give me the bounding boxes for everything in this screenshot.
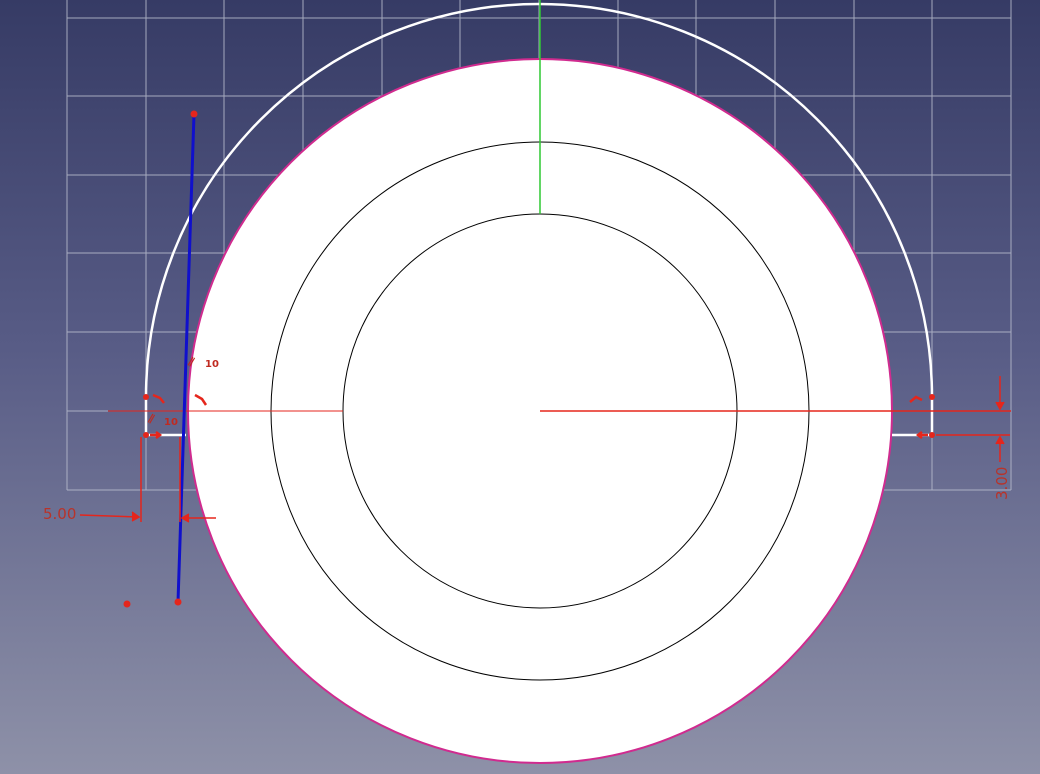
right-arc-endpoint[interactable] (929, 394, 935, 400)
parallel-tag-index: 10 (205, 359, 219, 370)
sketch-canvas[interactable]: ∥ 10 ∥ 10 5.00 3.00 (0, 0, 1040, 774)
parallel-icon: ∥ (146, 413, 156, 425)
left-bottom-endpoint[interactable] (143, 432, 149, 438)
parallel-tag-lower[interactable]: ∥ 10 (146, 413, 178, 428)
right-constraint-marks[interactable] (909, 395, 928, 439)
left-arc-endpoint[interactable] (143, 394, 149, 400)
vertical-dimension-value[interactable]: 3.00 (993, 467, 1011, 500)
sketch-viewport[interactable]: ∥ 10 ∥ 10 5.00 3.00 (0, 0, 1040, 774)
construction-line-bottom-point[interactable] (174, 598, 182, 606)
vertical-dimension[interactable] (936, 376, 1010, 462)
parallel-tag-index: 10 (164, 417, 178, 428)
stray-point[interactable] (123, 600, 131, 608)
horizontal-dimension-value[interactable]: 5.00 (43, 505, 76, 523)
right-bottom-endpoint[interactable] (929, 432, 935, 438)
construction-line-top-point[interactable] (190, 110, 198, 118)
